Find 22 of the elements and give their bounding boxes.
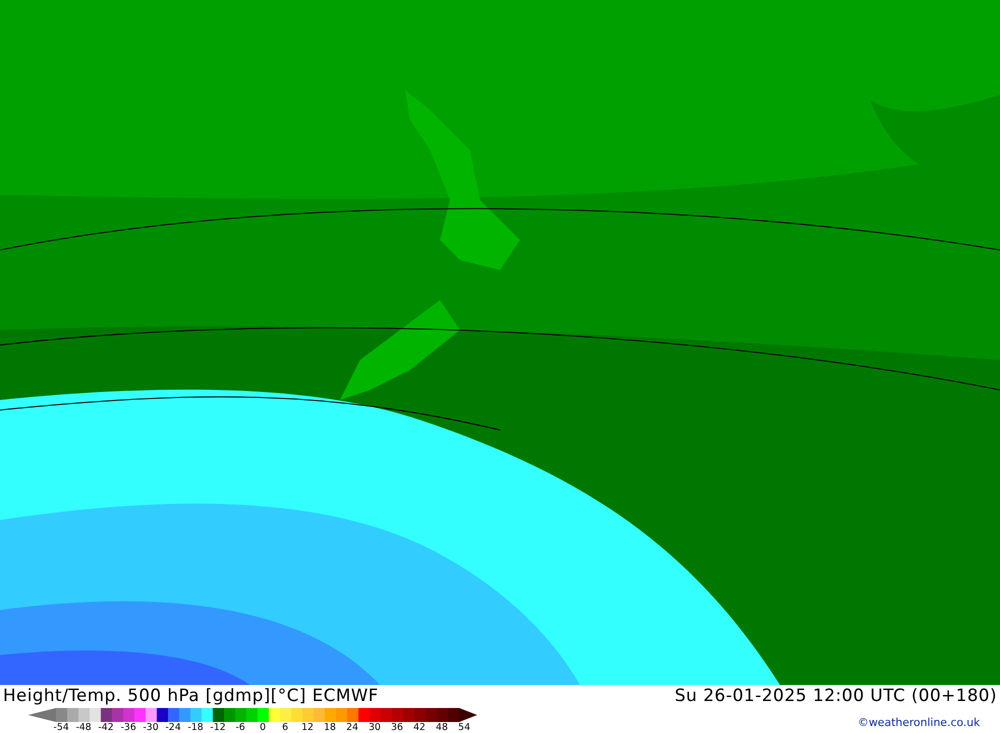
scale-tick-label: 42 [412, 722, 426, 733]
scale-tick-label: -12 [209, 722, 227, 733]
scale-tick-label: -6 [234, 722, 246, 733]
scale-tick-label: 24 [345, 722, 360, 733]
scale-tick-label: 54 [457, 722, 472, 733]
scale-tick-label: -54 [52, 722, 70, 733]
scale-tick-label: 18 [322, 722, 337, 733]
scale-tick-label: 36 [390, 722, 404, 733]
scale-tick-label: 0 [258, 722, 267, 733]
scale-tick-label: 6 [281, 722, 290, 733]
scale-tick-label: -42 [97, 722, 115, 733]
scale-tick-label: -18 [186, 722, 204, 733]
valid-time: Su 26-01-2025 12:00 UTC (00+180) [674, 686, 997, 706]
credit-link[interactable]: ©weatheronline.co.uk [858, 716, 980, 729]
scale-tick-label: 30 [368, 722, 382, 733]
scale-tick-label: -36 [120, 722, 138, 733]
chart-title: Height/Temp. 500 hPa [gdmp][°C] ECMWF [3, 686, 379, 706]
scale-tick-label: -30 [142, 722, 160, 733]
scale-tick-label: -24 [164, 722, 182, 733]
scale-tick-label: 48 [434, 722, 449, 733]
scale-tick-label: -48 [74, 722, 92, 733]
scale-tick-label: 12 [300, 722, 315, 733]
